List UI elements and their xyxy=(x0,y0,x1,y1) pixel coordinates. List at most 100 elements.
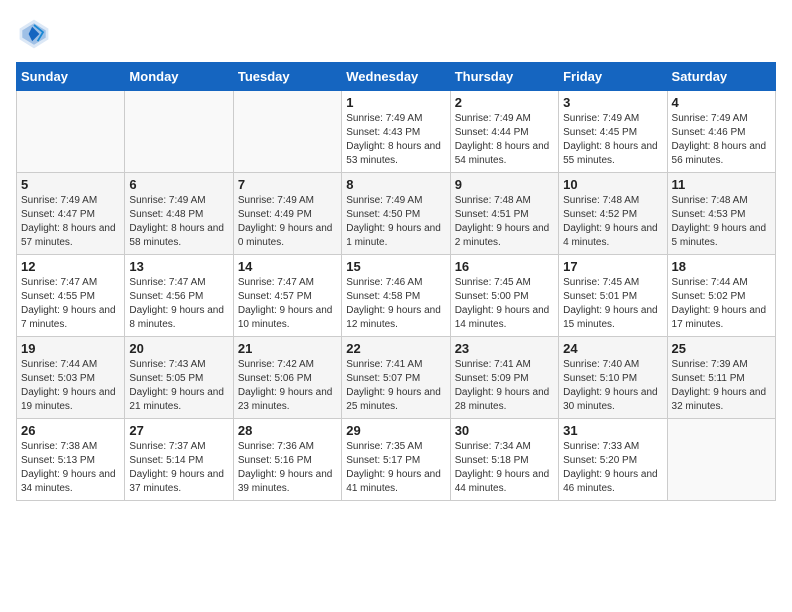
calendar-cell: 11 Sunrise: 7:48 AM Sunset: 4:53 PM Dayli… xyxy=(667,173,775,255)
day-info: Sunrise: 7:47 AM Sunset: 4:56 PM Dayligh… xyxy=(129,276,228,332)
calendar-cell: 21 Sunrise: 7:42 AM Sunset: 5:06 PM Dayli… xyxy=(233,337,341,419)
day-info: Sunrise: 7:41 AM Sunset: 5:09 PM Dayligh… xyxy=(455,358,554,414)
calendar-cell: 13Sunrise: 7:47 AM Sunset: 4:56 PM Dayli… xyxy=(125,255,233,337)
day-number: 11 xyxy=(672,177,771,192)
day-info: Sunrise: 7:47 AM Sunset: 4:57 PM Dayligh… xyxy=(238,276,337,332)
day-info: Sunrise: 7:49 AM Sunset: 4:43 PM Dayligh… xyxy=(346,112,445,168)
day-number: 9 xyxy=(455,177,554,192)
day-info: Sunrise: 7:43 AM Sunset: 5:05 PM Dayligh… xyxy=(129,358,228,414)
calendar-table: SundayMondayTuesdayWednesdayThursdayFrid… xyxy=(16,62,776,501)
calendar-cell: 23 Sunrise: 7:41 AM Sunset: 5:09 PM Dayli… xyxy=(450,337,558,419)
weekday-header: Thursday xyxy=(450,63,558,91)
day-number: 25 xyxy=(672,341,771,356)
day-number: 1 xyxy=(346,95,445,110)
day-number: 27 xyxy=(129,423,228,438)
day-info: Sunrise: 7:45 AM Sunset: 5:00 PM Dayligh… xyxy=(455,276,554,332)
calendar-week-row: 1 Sunrise: 7:49 AM Sunset: 4:43 PM Daylig… xyxy=(17,91,776,173)
calendar-cell: 14 Sunrise: 7:47 AM Sunset: 4:57 PM Dayli… xyxy=(233,255,341,337)
day-info: Sunrise: 7:47 AM Sunset: 4:55 PM Dayligh… xyxy=(21,276,120,332)
day-number: 3 xyxy=(563,95,662,110)
day-number: 24 xyxy=(563,341,662,356)
calendar-cell xyxy=(667,419,775,501)
day-info: Sunrise: 7:35 AM Sunset: 5:17 PM Dayligh… xyxy=(346,440,445,496)
page-header xyxy=(16,16,776,52)
calendar-cell: 19Sunrise: 7:44 AM Sunset: 5:03 PM Dayli… xyxy=(17,337,125,419)
calendar-cell: 17 Sunrise: 7:45 AM Sunset: 5:01 PM Dayli… xyxy=(559,255,667,337)
day-number: 30 xyxy=(455,423,554,438)
day-number: 10 xyxy=(563,177,662,192)
calendar-cell xyxy=(233,91,341,173)
weekday-header: Saturday xyxy=(667,63,775,91)
day-number: 29 xyxy=(346,423,445,438)
day-info: Sunrise: 7:48 AM Sunset: 4:53 PM Dayligh… xyxy=(672,194,771,250)
day-info: Sunrise: 7:38 AM Sunset: 5:13 PM Dayligh… xyxy=(21,440,120,496)
day-info: Sunrise: 7:49 AM Sunset: 4:47 PM Dayligh… xyxy=(21,194,120,250)
calendar-week-row: 12 Sunrise: 7:47 AM Sunset: 4:55 PM Dayli… xyxy=(17,255,776,337)
day-info: Sunrise: 7:49 AM Sunset: 4:50 PM Dayligh… xyxy=(346,194,445,250)
logo-icon xyxy=(16,16,52,52)
calendar-week-row: 5 Sunrise: 7:49 AM Sunset: 4:47 PM Daylig… xyxy=(17,173,776,255)
day-info: Sunrise: 7:46 AM Sunset: 4:58 PM Dayligh… xyxy=(346,276,445,332)
day-number: 2 xyxy=(455,95,554,110)
calendar-cell: 10 Sunrise: 7:48 AM Sunset: 4:52 PM Dayli… xyxy=(559,173,667,255)
calendar-cell xyxy=(17,91,125,173)
day-number: 17 xyxy=(563,259,662,274)
day-info: Sunrise: 7:44 AM Sunset: 5:03 PM Dayligh… xyxy=(21,358,120,414)
day-number: 23 xyxy=(455,341,554,356)
day-info: Sunrise: 7:34 AM Sunset: 5:18 PM Dayligh… xyxy=(455,440,554,496)
day-number: 15 xyxy=(346,259,445,274)
calendar-cell: 28 Sunrise: 7:36 AM Sunset: 5:16 PM Dayli… xyxy=(233,419,341,501)
day-info: Sunrise: 7:49 AM Sunset: 4:46 PM Dayligh… xyxy=(672,112,771,168)
weekday-header-row: SundayMondayTuesdayWednesdayThursdayFrid… xyxy=(17,63,776,91)
day-info: Sunrise: 7:41 AM Sunset: 5:07 PM Dayligh… xyxy=(346,358,445,414)
calendar-cell: 12 Sunrise: 7:47 AM Sunset: 4:55 PM Dayli… xyxy=(17,255,125,337)
calendar-cell: 15 Sunrise: 7:46 AM Sunset: 4:58 PM Dayli… xyxy=(342,255,450,337)
calendar-cell: 2 Sunrise: 7:49 AM Sunset: 4:44 PM Daylig… xyxy=(450,91,558,173)
logo xyxy=(16,16,56,52)
calendar-cell: 16Sunrise: 7:45 AM Sunset: 5:00 PM Dayli… xyxy=(450,255,558,337)
calendar-cell: 20 Sunrise: 7:43 AM Sunset: 5:05 PM Dayli… xyxy=(125,337,233,419)
calendar-cell: 8Sunrise: 7:49 AM Sunset: 4:50 PM Daylig… xyxy=(342,173,450,255)
calendar-week-row: 26Sunrise: 7:38 AM Sunset: 5:13 PM Dayli… xyxy=(17,419,776,501)
day-number: 5 xyxy=(21,177,120,192)
day-info: Sunrise: 7:37 AM Sunset: 5:14 PM Dayligh… xyxy=(129,440,228,496)
calendar-cell: 30 Sunrise: 7:34 AM Sunset: 5:18 PM Dayli… xyxy=(450,419,558,501)
calendar-cell: 3 Sunrise: 7:49 AM Sunset: 4:45 PM Daylig… xyxy=(559,91,667,173)
calendar-cell: 1 Sunrise: 7:49 AM Sunset: 4:43 PM Daylig… xyxy=(342,91,450,173)
day-number: 12 xyxy=(21,259,120,274)
day-info: Sunrise: 7:39 AM Sunset: 5:11 PM Dayligh… xyxy=(672,358,771,414)
day-info: Sunrise: 7:48 AM Sunset: 4:51 PM Dayligh… xyxy=(455,194,554,250)
calendar-cell: 18Sunrise: 7:44 AM Sunset: 5:02 PM Dayli… xyxy=(667,255,775,337)
day-info: Sunrise: 7:42 AM Sunset: 5:06 PM Dayligh… xyxy=(238,358,337,414)
calendar-cell: 6 Sunrise: 7:49 AM Sunset: 4:48 PM Daylig… xyxy=(125,173,233,255)
calendar-cell: 25 Sunrise: 7:39 AM Sunset: 5:11 PM Dayli… xyxy=(667,337,775,419)
day-info: Sunrise: 7:36 AM Sunset: 5:16 PM Dayligh… xyxy=(238,440,337,496)
day-number: 21 xyxy=(238,341,337,356)
weekday-header: Monday xyxy=(125,63,233,91)
weekday-header: Wednesday xyxy=(342,63,450,91)
calendar-cell: 27 Sunrise: 7:37 AM Sunset: 5:14 PM Dayli… xyxy=(125,419,233,501)
day-info: Sunrise: 7:48 AM Sunset: 4:52 PM Dayligh… xyxy=(563,194,662,250)
calendar-cell: 26Sunrise: 7:38 AM Sunset: 5:13 PM Dayli… xyxy=(17,419,125,501)
day-number: 20 xyxy=(129,341,228,356)
day-number: 22 xyxy=(346,341,445,356)
calendar-cell xyxy=(125,91,233,173)
weekday-header: Tuesday xyxy=(233,63,341,91)
day-number: 6 xyxy=(129,177,228,192)
calendar-cell: 7Sunrise: 7:49 AM Sunset: 4:49 PM Daylig… xyxy=(233,173,341,255)
calendar-cell: 4 Sunrise: 7:49 AM Sunset: 4:46 PM Daylig… xyxy=(667,91,775,173)
day-info: Sunrise: 7:49 AM Sunset: 4:45 PM Dayligh… xyxy=(563,112,662,168)
day-info: Sunrise: 7:45 AM Sunset: 5:01 PM Dayligh… xyxy=(563,276,662,332)
day-info: Sunrise: 7:49 AM Sunset: 4:48 PM Dayligh… xyxy=(129,194,228,250)
calendar-cell: 29 Sunrise: 7:35 AM Sunset: 5:17 PM Dayli… xyxy=(342,419,450,501)
calendar-cell: 24Sunrise: 7:40 AM Sunset: 5:10 PM Dayli… xyxy=(559,337,667,419)
day-info: Sunrise: 7:49 AM Sunset: 4:44 PM Dayligh… xyxy=(455,112,554,168)
weekday-header: Friday xyxy=(559,63,667,91)
day-number: 18 xyxy=(672,259,771,274)
calendar-week-row: 19Sunrise: 7:44 AM Sunset: 5:03 PM Dayli… xyxy=(17,337,776,419)
day-info: Sunrise: 7:49 AM Sunset: 4:49 PM Dayligh… xyxy=(238,194,337,250)
day-number: 14 xyxy=(238,259,337,274)
day-number: 4 xyxy=(672,95,771,110)
calendar-cell: 9 Sunrise: 7:48 AM Sunset: 4:51 PM Daylig… xyxy=(450,173,558,255)
day-number: 28 xyxy=(238,423,337,438)
